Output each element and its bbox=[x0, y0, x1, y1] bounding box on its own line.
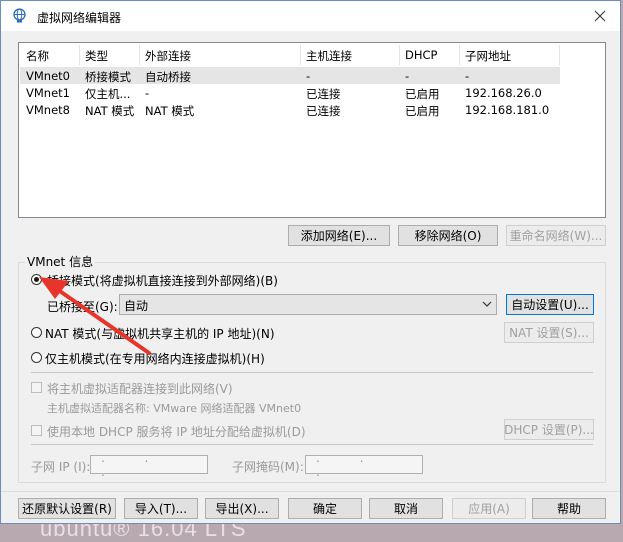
column-header-dhcp[interactable]: DHCP bbox=[405, 48, 437, 62]
close-button[interactable] bbox=[588, 5, 612, 27]
column-header-name[interactable]: 名称 bbox=[26, 48, 49, 64]
cancel-button[interactable]: 取消 bbox=[369, 498, 443, 519]
column-separator bbox=[399, 45, 400, 65]
adapter-name-text: 主机虚拟适配器名称: VMware 网络适配器 VMnet0 bbox=[47, 402, 302, 415]
remove-network-button[interactable]: 移除网络(O) bbox=[398, 225, 498, 246]
vmnet-info-title: VMnet 信息 bbox=[25, 253, 96, 270]
table-cell[interactable]: NAT 模式 bbox=[85, 103, 134, 119]
table-cell[interactable]: - bbox=[145, 86, 149, 100]
nat-settings-button[interactable]: NAT 设置(S)... bbox=[504, 322, 594, 343]
use-dhcp-checkbox[interactable] bbox=[31, 425, 42, 436]
add-network-button[interactable]: 添加网络(E)... bbox=[288, 225, 390, 246]
table-cell[interactable]: 桥接模式 bbox=[85, 69, 131, 85]
column-separator bbox=[459, 45, 460, 65]
table-cell[interactable]: VMnet0 bbox=[26, 69, 70, 83]
table-cell[interactable]: - bbox=[405, 69, 409, 83]
table-cell[interactable]: - bbox=[306, 69, 310, 83]
column-separator bbox=[79, 45, 80, 65]
table-cell[interactable]: 192.168.181.0 bbox=[465, 103, 549, 117]
table-cell[interactable]: VMnet1 bbox=[26, 86, 70, 100]
virtual-network-editor-window: 虚拟网络编辑器 名称 类型 外部连接 主机连接 DHCP 子网地址 VMnet0… bbox=[0, 0, 621, 524]
column-header-subnet[interactable]: 子网地址 bbox=[465, 48, 511, 64]
import-button[interactable]: 导入(T)... bbox=[124, 498, 198, 519]
restore-defaults-button[interactable]: 还原默认设置(R) bbox=[18, 498, 116, 519]
table-cell[interactable]: 已连接 bbox=[306, 103, 341, 119]
subnet-mask-input[interactable]: . . . bbox=[305, 451, 423, 479]
annotation-arrow-icon bbox=[39, 277, 151, 355]
rename-network-button[interactable]: 重命名网络(W)... bbox=[506, 225, 606, 246]
export-button[interactable]: 导出(X)... bbox=[205, 498, 279, 519]
table-cell[interactable]: 192.168.26.0 bbox=[465, 86, 542, 100]
bridged-to-dropdown[interactable]: 自动 bbox=[119, 294, 497, 315]
column-separator bbox=[300, 45, 301, 65]
chevron-down-icon bbox=[482, 301, 492, 307]
connect-adapter-checkbox[interactable] bbox=[31, 382, 42, 393]
network-globe-icon bbox=[13, 8, 26, 23]
column-header-host[interactable]: 主机连接 bbox=[306, 48, 352, 64]
table-cell[interactable]: - bbox=[465, 69, 469, 83]
divider bbox=[31, 444, 593, 445]
table-cell[interactable]: 已启用 bbox=[405, 103, 440, 119]
network-list-table[interactable]: 名称 类型 外部连接 主机连接 DHCP 子网地址 VMnet0 桥接模式 自动… bbox=[18, 42, 606, 218]
table-cell[interactable]: NAT 模式 bbox=[145, 103, 194, 119]
table-cell[interactable]: VMnet8 bbox=[26, 103, 70, 117]
table-cell[interactable]: 自动桥接 bbox=[145, 69, 191, 85]
title-bar: 虚拟网络编辑器 bbox=[1, 1, 620, 31]
use-dhcp-label[interactable]: 使用本地 DHCP 服务将 IP 地址分配给虚拟机(D) bbox=[47, 423, 306, 440]
ok-button[interactable]: 确定 bbox=[288, 498, 362, 519]
mask-separators: . . . bbox=[316, 450, 382, 479]
column-separator bbox=[559, 45, 560, 65]
dhcp-settings-button[interactable]: DHCP 设置(P)... bbox=[504, 419, 594, 440]
connect-adapter-label[interactable]: 将主机虚拟适配器连接到此网络(V) bbox=[47, 380, 233, 397]
table-cell[interactable]: 仅主机... bbox=[85, 86, 130, 102]
close-icon bbox=[594, 10, 606, 22]
table-cell[interactable]: 已连接 bbox=[306, 86, 341, 102]
table-cell[interactable]: 已启用 bbox=[405, 86, 440, 102]
divider bbox=[31, 372, 593, 373]
footer-separator bbox=[1, 491, 620, 492]
subnet-ip-input[interactable]: . . . bbox=[90, 451, 208, 479]
apply-button[interactable]: 应用(A) bbox=[452, 498, 526, 519]
subnet-mask-label: 子网掩码(M): bbox=[232, 460, 304, 474]
subnet-ip-label: 子网 IP (I): bbox=[31, 460, 91, 474]
help-button[interactable]: 帮助 bbox=[532, 498, 606, 519]
column-header-type[interactable]: 类型 bbox=[85, 48, 108, 64]
auto-settings-button[interactable]: 自动设置(U)... bbox=[506, 294, 594, 315]
ip-separators: . . . bbox=[101, 450, 167, 479]
column-separator bbox=[139, 45, 140, 65]
window-title: 虚拟网络编辑器 bbox=[37, 11, 122, 25]
column-header-external[interactable]: 外部连接 bbox=[145, 48, 191, 64]
